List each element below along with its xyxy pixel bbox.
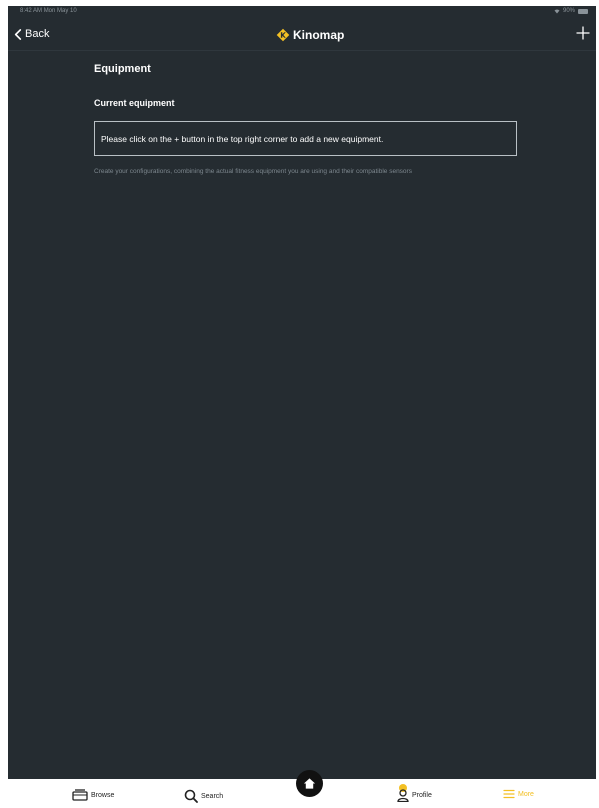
tab-browse[interactable]: Browse (72, 789, 114, 801)
tab-search-label: Search (201, 792, 224, 800)
brand-logo: Kinomap (276, 28, 344, 42)
tab-profile[interactable]: Profile (397, 784, 432, 802)
browse-icon (72, 789, 88, 801)
tab-home[interactable] (296, 770, 323, 797)
battery-icon (578, 8, 588, 14)
status-bar: 8:42 AM Mon May 10 90% (8, 6, 596, 20)
wifi-icon (554, 9, 560, 13)
status-date: Mon May 10 (43, 8, 77, 14)
configuration-hint: Create your configurations, combining th… (94, 168, 412, 175)
battery-percent: 90% (562, 8, 575, 14)
add-equipment-button[interactable] (576, 26, 590, 40)
tab-search[interactable]: Search (184, 789, 223, 803)
menu-icon (503, 789, 515, 799)
tab-profile-label: Profile (412, 792, 432, 799)
app-screen: 8:42 AM Mon May 10 90% Back Kinomap Equi… (8, 6, 596, 808)
search-icon (184, 789, 198, 803)
navigation-bar: Back Kinomap (8, 20, 596, 51)
section-title: Current equipment (94, 98, 175, 108)
brand-name: Kinomap (293, 28, 345, 42)
tab-more-label: More (518, 790, 534, 798)
empty-message-text: Please click on the + button in the top … (101, 133, 384, 144)
tab-more[interactable]: More (503, 789, 534, 799)
back-button[interactable]: Back (14, 28, 49, 40)
status-time-date: 8:42 AM Mon May 10 (20, 8, 77, 14)
status-time: 8:42 AM (20, 8, 43, 14)
status-indicators: 90% (554, 8, 588, 14)
tab-browse-label: Browse (91, 791, 115, 799)
chevron-left-icon (14, 28, 22, 40)
profile-avatar (397, 784, 409, 802)
kinomap-logo-icon (276, 28, 290, 42)
tab-bar: Browse Search Profile More (8, 770, 596, 808)
empty-equipment-message: Please click on the + button in the top … (94, 121, 517, 156)
page-title: Equipment (94, 63, 151, 75)
back-label: Back (25, 28, 50, 40)
profile-icon (397, 789, 409, 802)
home-icon (303, 778, 316, 789)
